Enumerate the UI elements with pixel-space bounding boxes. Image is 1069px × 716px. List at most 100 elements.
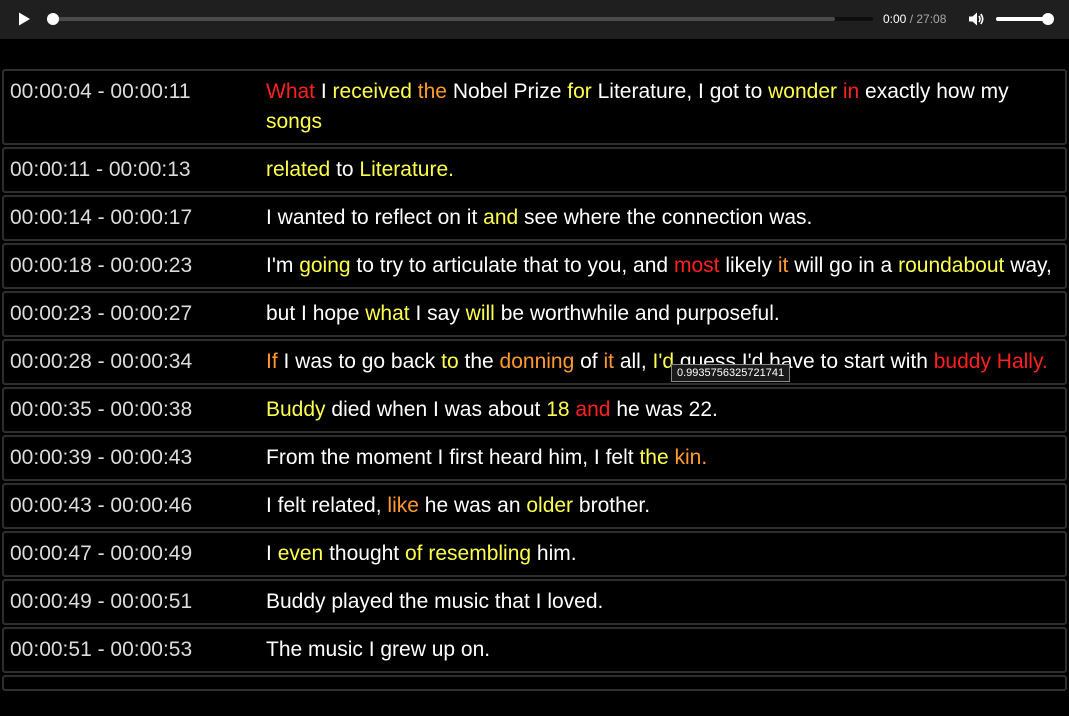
cue-word[interactable]: I'm [266, 254, 293, 277]
confidence-tooltip: 0.9935756325721741 [671, 364, 791, 382]
cue-word[interactable]: Buddy played the music that I loved. [266, 590, 603, 613]
volume-slider-thumb[interactable] [1042, 13, 1054, 25]
cue-word[interactable]: brother. [579, 494, 650, 517]
cue-word[interactable]: I felt related, [266, 494, 382, 517]
cue-word[interactable]: it [778, 254, 789, 277]
cue-word[interactable]: him. [537, 542, 577, 565]
cue-word[interactable]: all, [620, 350, 647, 373]
cue-text: related to Literature. [266, 155, 1059, 185]
cue-word[interactable]: it [603, 350, 614, 373]
transcript-list: 00:00:04 - 00:00:11 What I received the N… [2, 69, 1067, 693]
cue-word[interactable]: 18 [546, 398, 569, 421]
cue-word[interactable]: received [333, 80, 412, 103]
cue-word[interactable]: kin. [675, 446, 708, 469]
cue-word[interactable]: in [843, 80, 859, 103]
cue-word[interactable]: the [464, 350, 493, 373]
transcript-cue[interactable]: 00:00:47 - 00:00:49 I even thought of res… [2, 531, 1067, 577]
transcript-cue[interactable]: 00:00:23 - 00:00:27 but I hope what I say… [2, 291, 1067, 337]
seek-bar[interactable] [47, 13, 873, 25]
transcript-cue[interactable]: 00:00:39 - 00:00:43 From the moment I fir… [2, 435, 1067, 481]
cue-word[interactable]: to [441, 350, 459, 373]
cue-word[interactable]: will go in a [794, 254, 892, 277]
cue-word[interactable]: roundabout [898, 254, 1004, 277]
cue-word[interactable]: wonder [768, 80, 837, 103]
cue-word[interactable]: died when I was about [331, 398, 540, 421]
cue-timestamp: 00:00:11 - 00:00:13 [10, 158, 191, 181]
cue-word[interactable]: From the moment I first heard him, I fel… [266, 446, 634, 469]
total-duration: 27:08 [916, 12, 947, 26]
transcript-cue[interactable] [2, 675, 1067, 691]
cue-word[interactable]: Prize [514, 80, 562, 103]
cue-word[interactable]: What [266, 80, 315, 103]
cue-word[interactable]: see where the connection was. [524, 206, 812, 229]
cue-word[interactable]: how [936, 80, 975, 103]
seek-bar-buffered [53, 17, 835, 21]
cue-timestamp: 00:00:43 - 00:00:46 [10, 494, 193, 517]
audio-player: 0:00 / 27:08 [0, 0, 1069, 39]
volume-slider[interactable] [996, 13, 1054, 25]
cue-word[interactable]: be worthwhile and purposeful. [501, 302, 780, 325]
transcript-cue[interactable]: 00:00:49 - 00:00:51 Buddy played the musi… [2, 579, 1067, 625]
transcript-cue[interactable]: 00:00:11 - 00:00:13 related to Literature… [2, 147, 1067, 193]
cue-word[interactable]: what [365, 302, 409, 325]
cue-word[interactable]: thought [329, 542, 399, 565]
cue-word[interactable]: like [387, 494, 419, 517]
cue-timestamp: 00:00:14 - 00:00:17 [10, 206, 193, 229]
cue-text: I wanted to reflect on it and see where … [266, 203, 1059, 233]
cue-text: The music I grew up on. [266, 635, 1059, 665]
transcript-cue[interactable]: 00:00:35 - 00:00:38 Buddy died when I was… [2, 387, 1067, 433]
cue-word[interactable]: the [639, 446, 668, 469]
transcript-cue[interactable]: 00:00:43 - 00:00:46 I felt related, like … [2, 483, 1067, 529]
volume-icon[interactable] [967, 10, 985, 28]
cue-word[interactable]: exactly [865, 80, 930, 103]
cue-word[interactable]: the [418, 80, 447, 103]
cue-text: I felt related, like he was an older bro… [266, 491, 1059, 521]
cue-word[interactable]: way, [1010, 254, 1052, 277]
cue-word[interactable]: got [710, 80, 739, 103]
cue-text: I even thought of resembling him. [266, 539, 1059, 569]
cue-word[interactable]: to [336, 158, 354, 181]
cue-timestamp: 00:00:18 - 00:00:23 [10, 254, 193, 277]
cue-word[interactable]: to go back [338, 350, 435, 373]
cue-word[interactable]: I wanted to reflect on it [266, 206, 477, 229]
cue-word[interactable]: I was [284, 350, 333, 373]
transcript-cue[interactable]: 00:00:51 - 00:00:53 The music I grew up o… [2, 627, 1067, 673]
cue-word[interactable]: If [266, 350, 278, 373]
transcript-cue[interactable]: 00:00:28 - 00:00:34 If I was to go back t… [2, 339, 1067, 385]
cue-word[interactable]: and [575, 398, 610, 421]
cue-word[interactable]: buddy [934, 350, 991, 373]
seek-bar-thumb[interactable] [47, 13, 59, 25]
cue-word[interactable]: songs [266, 110, 322, 133]
cue-word[interactable]: he was an [425, 494, 521, 517]
play-icon[interactable] [16, 11, 32, 27]
cue-word[interactable]: to [745, 80, 763, 103]
cue-word[interactable]: The music I grew up on. [266, 638, 490, 661]
cue-word[interactable]: will [466, 302, 495, 325]
transcript-cue[interactable]: 00:00:14 - 00:00:17 I wanted to reflect o… [2, 195, 1067, 241]
cue-word[interactable]: donning [500, 350, 575, 373]
cue-word[interactable]: older [526, 494, 573, 517]
cue-word[interactable]: Hally. [997, 350, 1048, 373]
cue-word[interactable]: going [299, 254, 350, 277]
cue-word[interactable]: Buddy [266, 398, 326, 421]
transcript-cue[interactable]: 00:00:04 - 00:00:11 What I received the N… [2, 69, 1067, 145]
cue-word[interactable]: Literature, [598, 80, 693, 103]
transcript-cue[interactable]: 00:00:18 - 00:00:23 I'm going to try to a… [2, 243, 1067, 289]
cue-word[interactable]: of resembling [405, 542, 531, 565]
cue-word[interactable]: I say [415, 302, 459, 325]
cue-word[interactable]: to try to articulate that to you, and [356, 254, 668, 277]
cue-word[interactable]: my [981, 80, 1009, 103]
cue-text: If I was to go back to the donning of it… [266, 347, 1059, 377]
cue-word[interactable]: of [580, 350, 598, 373]
cue-word[interactable]: most [674, 254, 720, 277]
cue-word[interactable]: but I hope [266, 302, 359, 325]
cue-word[interactable]: Literature. [359, 158, 454, 181]
cue-word[interactable]: for [567, 80, 592, 103]
cue-word[interactable]: Nobel [453, 80, 508, 103]
cue-word[interactable]: and [483, 206, 518, 229]
cue-word[interactable]: he was 22. [616, 398, 718, 421]
time-separator: / [906, 12, 917, 26]
cue-word[interactable]: even [278, 542, 324, 565]
cue-word[interactable]: likely [725, 254, 772, 277]
cue-word[interactable]: related [266, 158, 330, 181]
